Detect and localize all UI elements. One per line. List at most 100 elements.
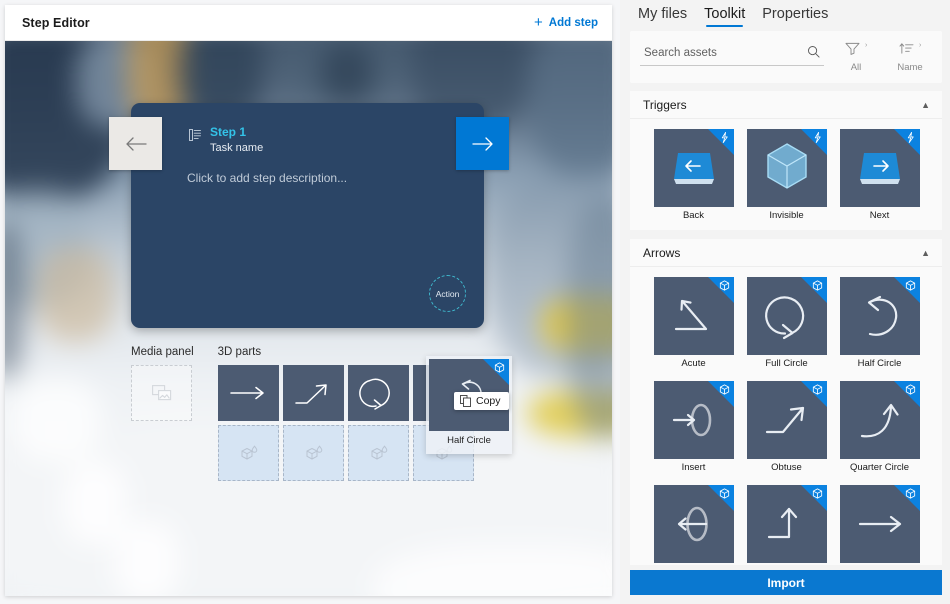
asset-label: Next xyxy=(869,210,890,221)
part-empty-slot[interactable] xyxy=(217,425,279,481)
asset-item-half-circle[interactable]: Half Circle xyxy=(839,277,920,369)
asset-label: Obtuse xyxy=(771,462,802,473)
step-heading: Step 1 Task name xyxy=(189,125,263,156)
asset-item-next[interactable]: Next xyxy=(839,129,920,221)
cube-drop-icon xyxy=(241,445,258,460)
arrow-full-circle-icon xyxy=(359,378,391,410)
chevron-right-icon: › xyxy=(919,42,922,49)
lightning-icon xyxy=(800,129,827,155)
section-triggers: Triggers ▲ Back Invisible Next xyxy=(630,91,942,230)
step-back-button[interactable] xyxy=(109,117,162,170)
import-button[interactable]: Import xyxy=(630,570,942,595)
search-input[interactable] xyxy=(640,40,824,66)
asset-thumb xyxy=(653,381,734,459)
import-bar: Import xyxy=(620,565,942,604)
tab-my-files[interactable]: My files xyxy=(638,6,687,27)
asset-item-right[interactable]: Right xyxy=(746,485,827,565)
asset-label: Half Circle xyxy=(857,358,902,369)
cube-3d-icon xyxy=(800,381,827,407)
page-title: Step Editor xyxy=(22,15,90,30)
triggers-grid: Back Invisible Next xyxy=(630,119,942,230)
search-icon[interactable] xyxy=(807,45,820,63)
arrow-right-icon xyxy=(471,136,493,151)
asset-item-invisible[interactable]: Invisible xyxy=(746,129,827,221)
section-triggers-header[interactable]: Triggers ▲ xyxy=(630,91,942,119)
asset-label: Full Circle xyxy=(765,358,808,369)
chevron-up-icon[interactable]: ▲ xyxy=(921,100,930,110)
part-empty-slot[interactable] xyxy=(282,425,344,481)
cube-3d-icon xyxy=(707,485,734,511)
asset-search-row: › All › Name xyxy=(630,31,942,83)
asset-thumb xyxy=(746,277,827,355)
media-panel-slot[interactable] xyxy=(131,365,192,421)
asset-thumb xyxy=(839,485,920,563)
asset-thumb xyxy=(746,381,827,459)
copy-tooltip: Copy xyxy=(454,392,509,410)
asset-item-back[interactable]: Back xyxy=(653,129,734,221)
arrow-left-icon xyxy=(125,136,147,151)
lightning-icon xyxy=(707,129,734,155)
media-panel: Media panel xyxy=(131,346,194,481)
asset-thumb xyxy=(746,129,827,207)
asset-thumb xyxy=(839,381,920,459)
chevron-up-icon[interactable]: ▲ xyxy=(921,248,930,258)
step-editor-header: Step Editor + Add step xyxy=(5,5,612,41)
section-arrows-header[interactable]: Arrows ▲ xyxy=(630,239,942,267)
sort-button[interactable]: › Name xyxy=(888,40,932,73)
asset-item-acute[interactable]: Acute xyxy=(653,277,734,369)
asset-thumb xyxy=(653,277,734,355)
asset-thumb xyxy=(653,129,734,207)
toolkit-pane: My files Toolkit Properties Search asset… xyxy=(620,0,950,604)
arrow-obtuse-icon xyxy=(295,384,327,404)
action-button[interactable]: Action xyxy=(429,275,466,312)
tab-toolkit[interactable]: Toolkit xyxy=(704,6,745,27)
asset-item-insert[interactable]: Insert xyxy=(653,381,734,473)
asset-label: Acute xyxy=(681,358,706,369)
part-empty-slot[interactable] xyxy=(347,425,409,481)
asset-item-straight[interactable]: Straight xyxy=(839,485,920,565)
asset-thumb xyxy=(746,485,827,563)
step-editor-pane: Step Editor + Add step Step 1 Task name … xyxy=(0,0,620,604)
asset-item-remove[interactable]: Remove xyxy=(653,485,734,565)
asset-label: Insert xyxy=(681,462,706,473)
add-step-label: Add step xyxy=(548,16,598,29)
app-root: Step Editor + Add step Step 1 Task name … xyxy=(0,0,950,604)
asset-thumb xyxy=(839,129,920,207)
chevron-right-icon: › xyxy=(865,42,868,49)
asset-label: Quarter Circle xyxy=(849,462,910,473)
action-label: Action xyxy=(435,288,460,299)
asset-sections: Triggers ▲ Back Invisible Next Arrows ▲ … xyxy=(630,83,942,565)
step-next-button[interactable] xyxy=(456,117,509,170)
editor-panels: Media panel 3D parts xyxy=(131,346,474,481)
cube-drop-icon xyxy=(306,445,323,460)
search-box xyxy=(640,40,824,66)
asset-thumb xyxy=(839,277,920,355)
part-tile[interactable] xyxy=(282,365,344,421)
sort-icon xyxy=(899,42,918,59)
cube-3d-icon xyxy=(893,277,920,303)
filter-icon xyxy=(845,42,864,59)
step-editor-surface: Step Editor + Add step Step 1 Task name … xyxy=(5,5,612,596)
part-tile[interactable] xyxy=(347,365,409,421)
part-tile[interactable] xyxy=(217,365,279,421)
cube-3d-icon xyxy=(893,381,920,407)
sort-label: Name xyxy=(897,62,923,73)
arrow-straight-icon xyxy=(230,386,264,400)
asset-item-quarter-circle[interactable]: Quarter Circle xyxy=(839,381,920,473)
tab-properties[interactable]: Properties xyxy=(762,6,828,27)
asset-item-obtuse[interactable]: Obtuse xyxy=(746,381,827,473)
section-arrows: Arrows ▲ Acute Full Circle Half Circle I… xyxy=(630,239,942,565)
add-step-button[interactable]: + Add step xyxy=(534,15,598,30)
lightning-icon xyxy=(893,129,920,155)
step-number: Step 1 xyxy=(210,125,247,139)
cube-drop-icon xyxy=(371,445,388,460)
step-description-placeholder[interactable]: Click to add step description... xyxy=(187,171,347,185)
cube-3d-icon xyxy=(893,485,920,511)
drag-preview[interactable]: Half Circle Copy xyxy=(426,356,512,454)
copy-icon xyxy=(460,395,471,407)
section-title: Arrows xyxy=(643,245,681,260)
filter-button[interactable]: › All xyxy=(834,40,878,73)
step-card[interactable]: Step 1 Task name Click to add step descr… xyxy=(109,103,509,328)
asset-label: Back xyxy=(682,210,705,221)
asset-item-full-circle[interactable]: Full Circle xyxy=(746,277,827,369)
